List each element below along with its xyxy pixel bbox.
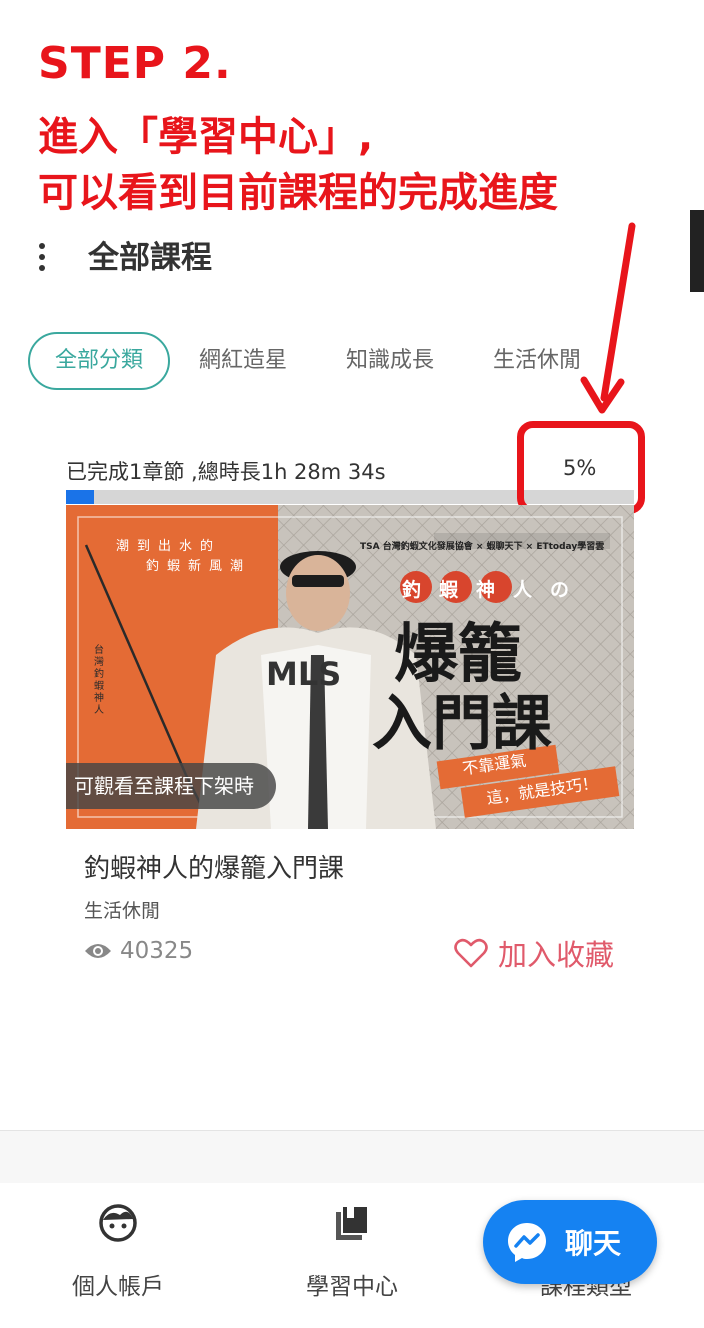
- image-top-caption-2: 釣蝦新風潮: [146, 559, 252, 574]
- tab-influencer[interactable]: 網紅造星: [199, 332, 287, 390]
- scrollbar-thumb[interactable]: [690, 210, 704, 292]
- messenger-icon: [508, 1223, 546, 1262]
- annotation-highlight-box: [517, 421, 645, 514]
- progress-bar-fill: [66, 490, 95, 504]
- user-face-icon: [99, 1204, 137, 1242]
- availability-badge: 可觀看至課程下架時: [66, 763, 276, 809]
- image-headline-2: 入門課: [372, 689, 552, 759]
- annotation-step-label: STEP 2.: [38, 38, 232, 89]
- eye-icon: [85, 944, 111, 958]
- nav-account[interactable]: 個人帳戶: [18, 1183, 218, 1328]
- image-top-caption-1: 潮到出水的: [116, 539, 222, 554]
- annotation-line-2: 可以看到目前課程的完成進度: [38, 170, 558, 216]
- page-title: 全部課程: [88, 240, 212, 276]
- progress-text: 已完成1章節 ,總時長1h 28m 34s: [66, 460, 386, 484]
- image-partner-logos: TSA 台灣釣蝦文化發展協會 × 蝦聊天下 × ETtoday學習雲: [360, 542, 605, 552]
- books-icon: [336, 1205, 369, 1240]
- course-thumbnail[interactable]: 潮到出水的 釣蝦新風潮 台灣釣蝦神人 MLS TSA 台灣釣蝦文化發展協會 × …: [66, 505, 634, 829]
- tab-knowledge[interactable]: 知識成長: [346, 332, 434, 390]
- add-favorite-label: 加入收藏: [498, 938, 615, 972]
- tab-all[interactable]: 全部分類: [28, 332, 170, 390]
- page-header: 全部課程: [0, 222, 704, 282]
- tab-lifestyle[interactable]: 生活休閒: [493, 332, 581, 390]
- chat-button[interactable]: 聊天: [483, 1200, 657, 1284]
- annotation-line-1: 進入「學習中心」,: [38, 114, 374, 160]
- course-title[interactable]: 釣蝦神人的爆籠入門課: [84, 848, 344, 885]
- more-vertical-icon[interactable]: [32, 232, 52, 272]
- image-subtitle: 釣蝦神人の: [402, 579, 588, 601]
- nav-account-label: 個人帳戶: [72, 1274, 164, 1300]
- footer-strip: [0, 1131, 704, 1183]
- heart-icon: [454, 938, 488, 968]
- image-vertical-name: 台灣釣蝦神人: [94, 645, 104, 716]
- nav-learning-center-label: 學習中心: [306, 1274, 398, 1300]
- chat-button-label: 聊天: [565, 1227, 622, 1260]
- nav-learning-center[interactable]: 學習中心: [252, 1183, 452, 1328]
- course-category: 生活休閒: [84, 900, 161, 922]
- image-shirt-text: MLS: [266, 655, 342, 693]
- view-count-value: 40325: [120, 938, 194, 964]
